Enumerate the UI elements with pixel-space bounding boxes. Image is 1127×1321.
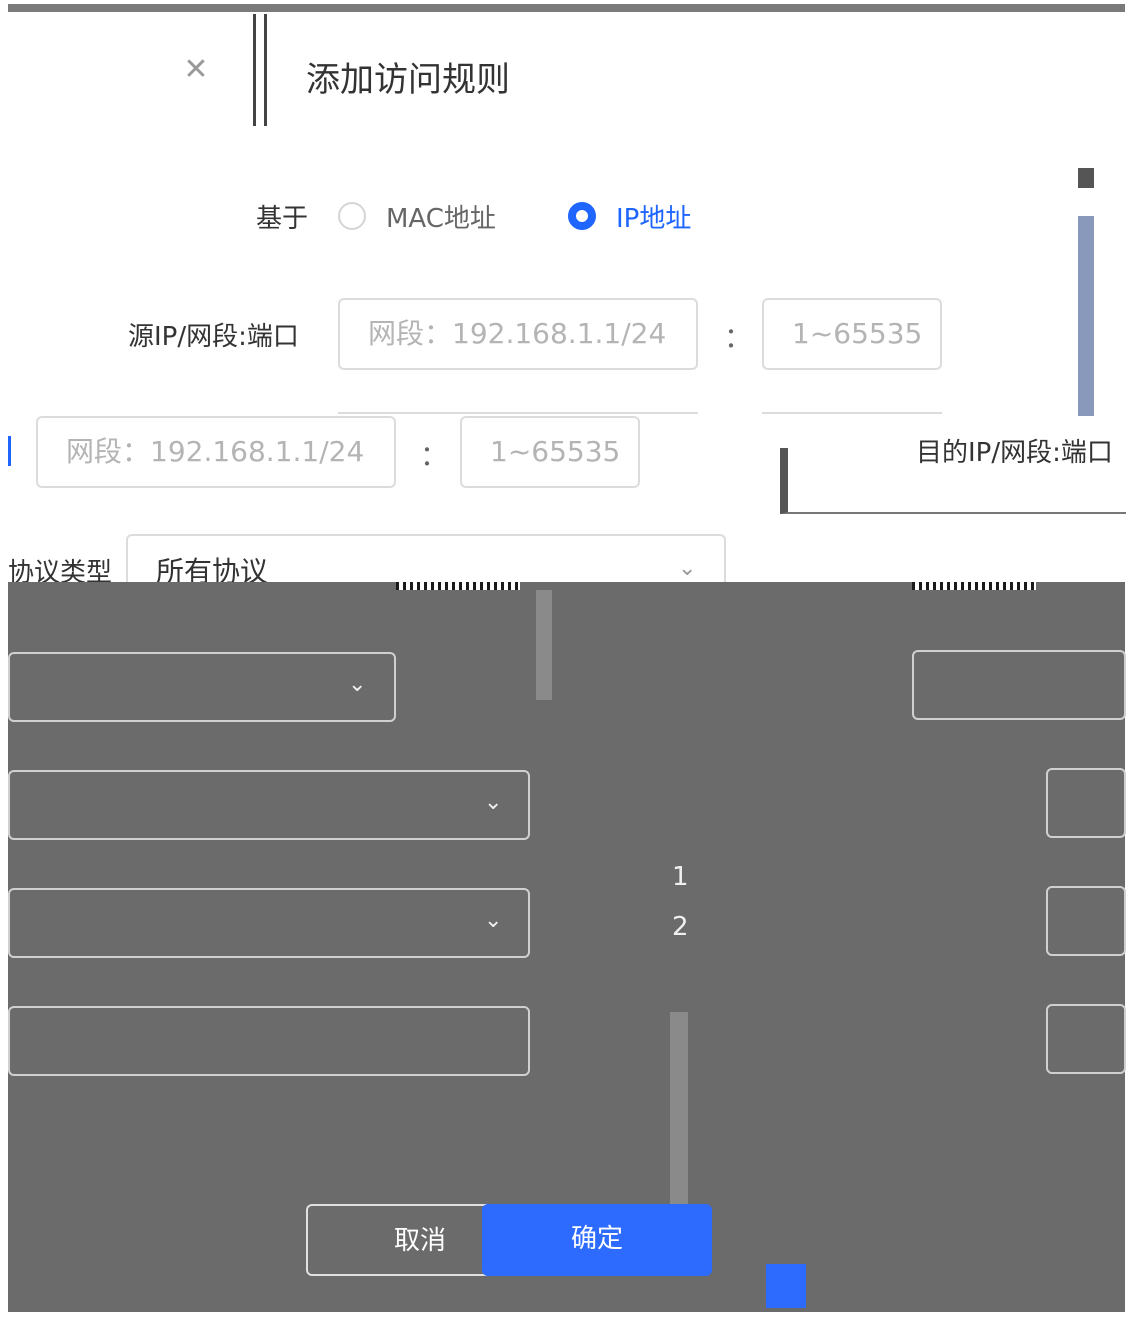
radio-mac-label[interactable]: MAC地址 — [386, 198, 496, 235]
scroll-marker — [1078, 168, 1094, 188]
overlay-select-2[interactable] — [8, 770, 530, 840]
overlay-right-field-1[interactable] — [912, 650, 1126, 720]
destination-port-input[interactable]: 1~65535 — [460, 416, 640, 488]
destination-label: 目的IP/网段:端口 — [916, 438, 1113, 468]
chevron-down-icon: ⌄ — [484, 908, 503, 933]
top-bar — [8, 4, 1125, 12]
overlay-select-1[interactable] — [8, 652, 396, 722]
ok-button[interactable]: 确定 — [482, 1204, 712, 1276]
destination-colon: ： — [420, 439, 449, 472]
dialog-title: 添加访问规则 — [306, 60, 510, 100]
source-colon: ： — [724, 321, 753, 354]
source-label: 源IP/网段:端口 — [128, 322, 299, 352]
overlay-input-4[interactable] — [8, 1006, 530, 1076]
destination-ip-input[interactable]: 网段：192.168.1.1/24 — [36, 416, 396, 488]
stripe-artifact — [396, 582, 520, 590]
overlay-numbers: 1 2 — [672, 852, 702, 952]
chevron-down-icon: ⌄ — [484, 790, 503, 815]
ghost-border — [762, 412, 942, 418]
blue-artifact — [766, 1264, 806, 1308]
source-port-input[interactable]: 1~65535 — [762, 298, 942, 370]
overlay-bar — [670, 1012, 688, 1222]
overlay-right-field-3[interactable] — [1046, 886, 1126, 956]
overlay-select-3[interactable] — [8, 888, 530, 958]
overlay-right-field-2[interactable] — [1046, 768, 1126, 838]
radio-ip-label[interactable]: IP地址 — [616, 198, 691, 235]
overlay-right-field-4[interactable] — [1046, 1004, 1126, 1074]
left-edge-marker — [8, 436, 11, 466]
chevron-down-icon: ⌄ — [348, 672, 367, 697]
radio-ip[interactable] — [568, 202, 596, 230]
close-icon[interactable]: ✕ — [180, 52, 212, 88]
source-ip-input[interactable]: 网段：192.168.1.1/24 — [338, 298, 698, 370]
overlay-bar — [536, 590, 552, 700]
radio-mac[interactable] — [338, 202, 366, 230]
stripe-artifact — [912, 582, 1036, 590]
overlay-number: 2 — [672, 912, 689, 942]
chevron-down-icon: ⌄ — [678, 556, 697, 581]
side-scrollbar[interactable] — [1078, 216, 1094, 416]
title-divider — [253, 14, 267, 126]
overlay-number: 1 — [672, 862, 689, 892]
based-on-label: 基于 — [256, 204, 309, 234]
